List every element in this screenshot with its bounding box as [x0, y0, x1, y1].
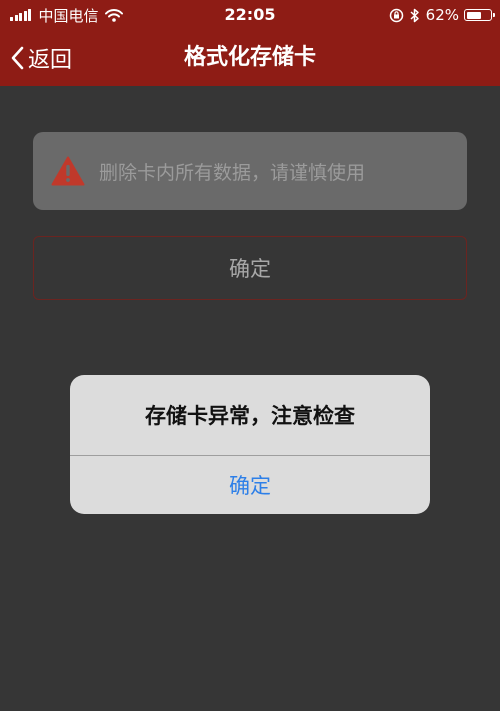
status-bar: 中国电信 22:05 62%	[0, 0, 500, 30]
battery-icon	[464, 9, 495, 21]
status-bar-right: 62%	[383, 0, 495, 30]
orientation-lock-icon	[389, 8, 404, 23]
warning-text: 删除卡内所有数据，请谨慎使用	[99, 161, 366, 184]
battery-tip	[493, 13, 495, 17]
warning-icon	[51, 156, 85, 186]
confirm-label: 确定	[229, 257, 271, 281]
alert-message: 存储卡异常，注意检查	[145, 404, 355, 428]
alert-dialog: 存储卡异常，注意检查 确定	[70, 375, 430, 514]
warning-banner: 删除卡内所有数据，请谨慎使用	[33, 132, 467, 210]
alert-confirm-label: 确定	[229, 474, 271, 498]
confirm-button[interactable]: 确定	[33, 236, 467, 300]
bluetooth-icon	[410, 8, 420, 23]
nav-bar: 返回 格式化存储卡	[0, 30, 500, 86]
chevron-left-icon	[11, 46, 24, 70]
page-title: 格式化存储卡	[183, 45, 316, 70]
battery-percent: 62%	[425, 6, 459, 24]
battery-level	[466, 11, 481, 19]
back-label: 返回	[28, 48, 73, 73]
back-button[interactable]: 返回	[10, 30, 72, 86]
alert-confirm-button[interactable]: 确定	[70, 456, 430, 514]
